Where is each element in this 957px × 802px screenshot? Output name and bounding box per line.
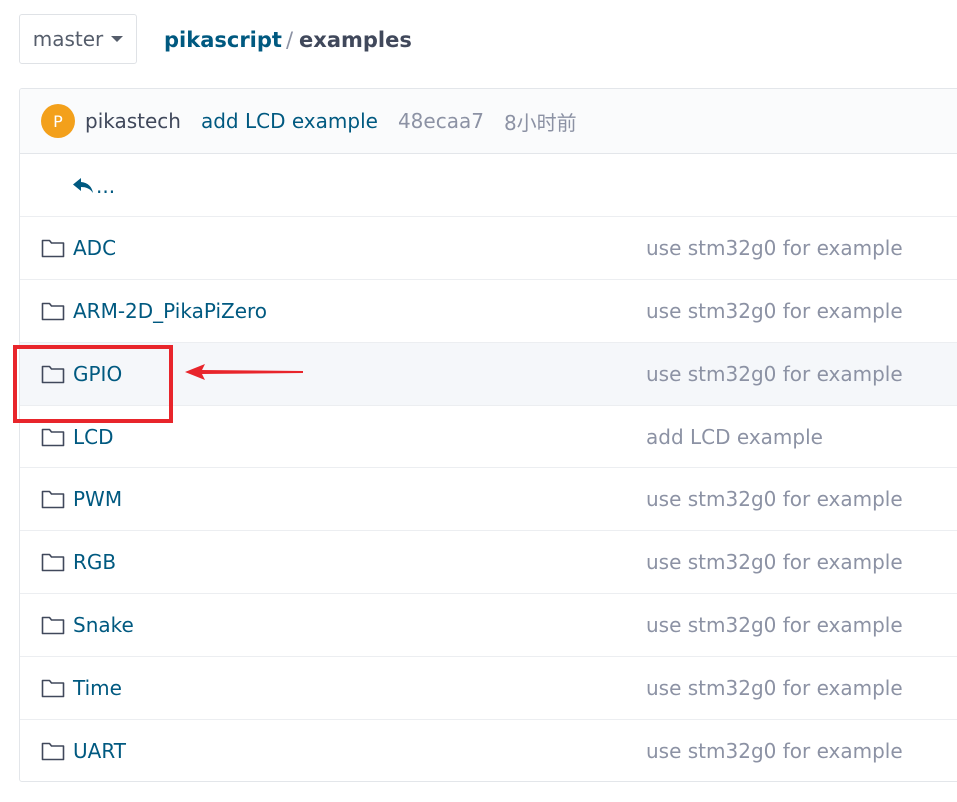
parent-directory-link[interactable]: ... [96,174,115,198]
folder-icon [41,364,65,384]
file-row[interactable]: LCD add LCD example [20,406,957,469]
file-commit-message[interactable]: use stm32g0 for example [646,487,903,511]
file-name-link[interactable]: Time [73,676,122,700]
commit-time: 8小时前 [503,110,577,135]
caret-down-icon [111,36,124,42]
folder-icon [41,678,65,698]
file-commit-message[interactable]: use stm32g0 for example [646,362,903,386]
file-list-panel: P pikastech add LCD example 48ecaa7 8小时前… [19,88,957,782]
file-name-link[interactable]: GPIO [73,362,122,386]
latest-commit-bar: P pikastech add LCD example 48ecaa7 8小时前 [20,89,957,154]
commit-message-link[interactable]: add LCD example [201,109,378,133]
breadcrumb-repo-link[interactable]: pikascript [164,28,282,52]
file-name-link[interactable]: PWM [73,487,122,511]
breadcrumb-current: examples [299,28,412,52]
file-commit-message[interactable]: use stm32g0 for example [646,299,903,323]
commit-hash-link[interactable]: 48ecaa7 [398,109,484,133]
folder-icon [41,615,65,635]
reply-arrow-icon [73,177,93,193]
file-name-link[interactable]: UART [73,739,126,763]
file-commit-message[interactable]: add LCD example [646,425,823,449]
file-name-link[interactable]: ARM-2D_PikaPiZero [73,299,267,323]
commit-author[interactable]: pikastech [85,109,181,133]
avatar[interactable]: P [41,104,75,138]
file-name-link[interactable]: Snake [73,613,134,637]
file-row[interactable]: UART use stm32g0 for example [20,720,957,781]
branch-select-button[interactable]: master [19,14,137,64]
file-commit-message[interactable]: use stm32g0 for example [646,676,903,700]
file-row[interactable]: Time use stm32g0 for example [20,657,957,721]
folder-icon [41,489,65,509]
file-name-link[interactable]: LCD [73,425,114,449]
file-row[interactable]: GPIO use stm32g0 for example [20,342,957,406]
file-row[interactable]: ARM-2D_PikaPiZero use stm32g0 for example [20,280,957,343]
breadcrumb-separator: / [285,28,294,52]
file-name-link[interactable]: RGB [73,550,116,574]
folder-icon [41,301,65,321]
folder-icon [41,238,65,258]
file-name-link[interactable]: ADC [73,236,116,260]
file-row[interactable]: RGB use stm32g0 for example [20,531,957,595]
file-row[interactable]: Snake use stm32g0 for example [20,594,957,658]
folder-icon [41,427,65,447]
file-commit-message[interactable]: use stm32g0 for example [646,613,903,637]
file-commit-message[interactable]: use stm32g0 for example [646,550,903,574]
file-commit-message[interactable]: use stm32g0 for example [646,236,903,260]
breadcrumb: pikascript / examples [164,28,412,52]
folder-icon [41,552,65,572]
folder-icon [41,741,65,761]
file-row[interactable]: PWM use stm32g0 for example [20,468,957,532]
file-commit-message[interactable]: use stm32g0 for example [646,739,903,763]
branch-label: master [32,27,104,51]
file-row[interactable]: ADC use stm32g0 for example [20,217,957,280]
parent-directory-row[interactable]: ... [20,154,957,217]
